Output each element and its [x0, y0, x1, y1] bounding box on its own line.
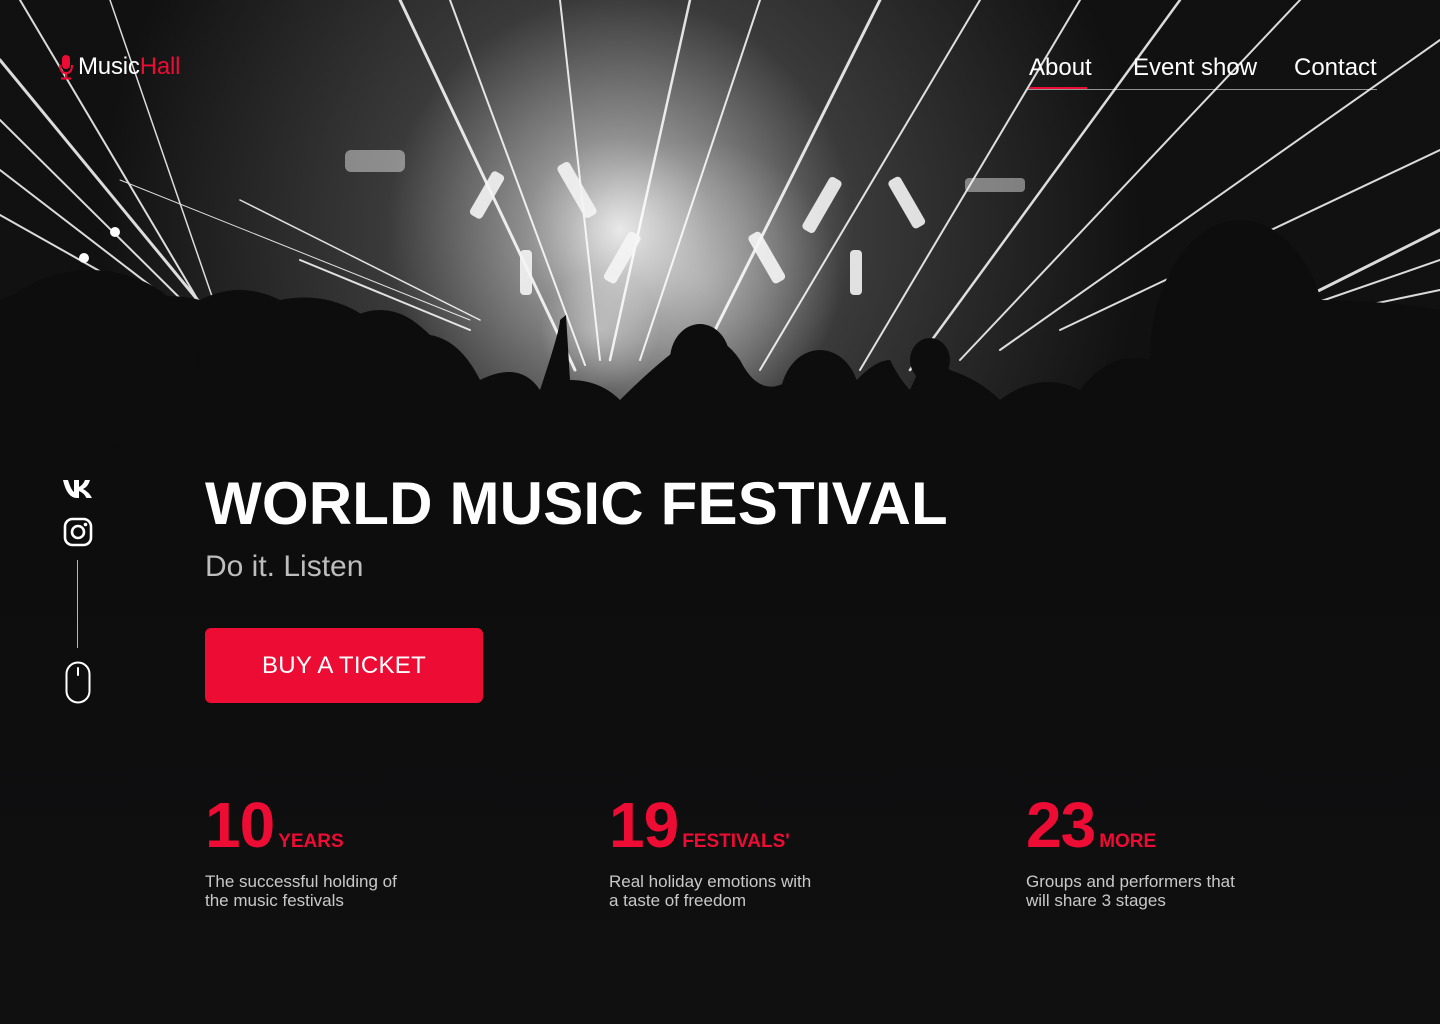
main-nav: About Event show Contact: [1028, 53, 1377, 90]
social-divider-line: [77, 560, 78, 648]
stat-festivals: 19 FESTIVALS' Real holiday emotions with …: [609, 792, 869, 910]
stat-headline: 19 FESTIVALS': [609, 792, 869, 858]
instagram-icon[interactable]: [63, 517, 93, 547]
stat-performers: 23 MORE Groups and performers that will s…: [1026, 792, 1286, 910]
nav-about[interactable]: About: [1029, 53, 1092, 83]
stat-unit: MORE: [1099, 831, 1157, 852]
nav-event-show[interactable]: Event show: [1133, 53, 1257, 83]
hero-subtitle: Do it. Listen: [205, 550, 364, 583]
stat-description: The successful holding of the music fest…: [205, 872, 397, 910]
stat-unit: FESTIVALS': [682, 831, 790, 852]
stat-years: 10 YEARS The successful holding of the mu…: [205, 792, 465, 910]
stat-unit: YEARS: [278, 831, 344, 852]
stat-headline: 23 MORE: [1026, 792, 1286, 858]
vk-icon[interactable]: [62, 478, 94, 500]
stat-number: 10: [205, 789, 275, 861]
buy-ticket-button[interactable]: BUY A TICKET: [205, 628, 483, 703]
stat-number: 23: [1026, 789, 1096, 861]
stat-number: 19: [609, 789, 679, 861]
microphone-icon: [59, 55, 73, 80]
mouse-scroll-icon[interactable]: [65, 661, 91, 704]
nav-active-indicator: [1029, 87, 1087, 89]
stat-headline: 10 YEARS: [205, 792, 465, 858]
brand-logo[interactable]: MusicHall: [58, 53, 180, 81]
stat-description: Groups and performers that will share 3 …: [1026, 872, 1235, 910]
nav-contact[interactable]: Contact: [1294, 53, 1377, 83]
stat-description: Real holiday emotions with a taste of fr…: [609, 872, 812, 910]
brand-name: MusicHall: [78, 53, 181, 80]
hero-title: WORLD MUSIC FESTIVAL: [205, 470, 948, 537]
